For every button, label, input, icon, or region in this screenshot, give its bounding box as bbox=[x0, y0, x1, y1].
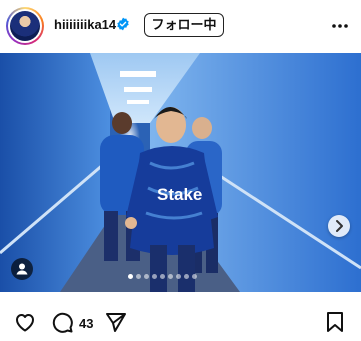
corridor-scene: Stake bbox=[0, 53, 361, 292]
bookmark-icon[interactable] bbox=[323, 310, 347, 334]
post-photo[interactable]: Stake bbox=[0, 53, 361, 292]
following-button[interactable]: フォロー中 bbox=[144, 13, 224, 37]
carousel-dot bbox=[136, 274, 141, 279]
carousel-dot bbox=[192, 274, 197, 279]
next-photo-button[interactable] bbox=[328, 215, 350, 237]
user-tag-icon[interactable] bbox=[11, 258, 33, 280]
more-options-icon[interactable] bbox=[330, 16, 350, 36]
verified-badge-icon bbox=[117, 17, 129, 31]
username[interactable]: hiiiiiiika14 bbox=[54, 17, 116, 32]
avatar[interactable] bbox=[6, 7, 44, 45]
carousel-dot bbox=[184, 274, 189, 279]
kit-sponsor-text: Stake bbox=[157, 185, 202, 204]
carousel-dot bbox=[128, 274, 133, 279]
heart-icon[interactable] bbox=[13, 310, 37, 334]
action-bar: 43 bbox=[0, 300, 361, 341]
paper-plane-icon[interactable] bbox=[104, 310, 128, 334]
carousel-dot bbox=[176, 274, 181, 279]
comment-icon[interactable] bbox=[50, 310, 74, 334]
comment-count: 43 bbox=[79, 316, 94, 331]
post-header: hiiiiiiika14 フォロー中 bbox=[0, 0, 361, 52]
carousel-dot bbox=[168, 274, 173, 279]
carousel-dot bbox=[160, 274, 165, 279]
carousel-dot bbox=[152, 274, 157, 279]
carousel-dot bbox=[144, 274, 149, 279]
